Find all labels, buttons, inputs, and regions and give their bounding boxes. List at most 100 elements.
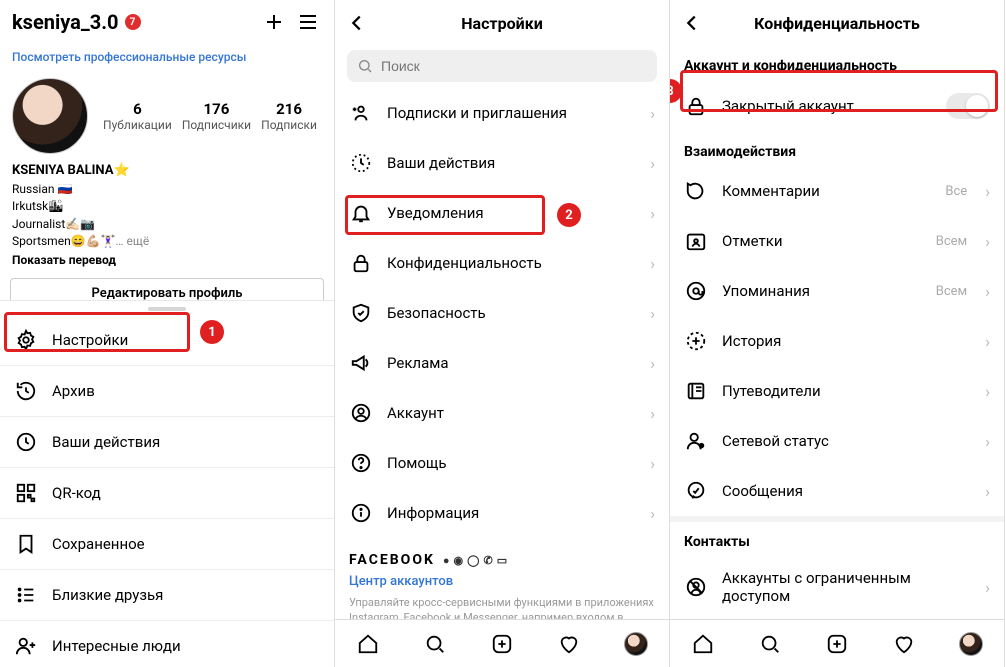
contacts-restricted[interactable]: Аккаунты с ограниченным доступом ›: [670, 556, 1004, 618]
back-button[interactable]: [680, 11, 704, 35]
chevron-right-icon: ›: [650, 354, 655, 373]
bottom-nav: [670, 619, 1004, 667]
menu-qr[interactable]: QR-код: [0, 468, 334, 518]
pane-profile: kseniya_3.0 7 Посмотреть профессиональны…: [0, 0, 335, 667]
settings-security[interactable]: Безопасность ›: [335, 288, 669, 338]
chevron-right-icon: ›: [985, 432, 990, 451]
privacy-messages[interactable]: Сообщения ›: [670, 466, 1004, 516]
settings-follow[interactable]: Подписки и приглашения ›: [335, 88, 669, 138]
chevron-right-icon: ›: [985, 282, 990, 301]
menu-label: Интересные люди: [52, 637, 320, 655]
row-value: Все: [945, 184, 967, 199]
menu-label: Сохраненное: [52, 535, 320, 553]
row-label: Закрытый аккаунт: [722, 97, 932, 115]
nav-search[interactable]: [423, 632, 447, 656]
pro-resources-link[interactable]: Посмотреть профессиональные ресурсы: [0, 44, 334, 70]
settings-privacy[interactable]: Конфиденциальность ›: [335, 238, 669, 288]
search-icon: [357, 58, 373, 74]
privacy-header: Конфиденциальность: [670, 0, 1004, 46]
pane-settings: Настройки Подписки и приглашения › Ваши …: [335, 0, 670, 667]
privacy-story[interactable]: История ›: [670, 316, 1004, 366]
menu-saved[interactable]: Сохраненное: [0, 519, 334, 569]
menu-button[interactable]: [294, 8, 322, 36]
story-icon: [684, 329, 708, 353]
nav-profile[interactable]: [959, 632, 983, 656]
row-label: Информация: [387, 504, 636, 522]
settings-notifications[interactable]: Уведомления ›: [335, 188, 669, 238]
settings-account[interactable]: Аккаунт ›: [335, 388, 669, 438]
gear-icon: [14, 328, 38, 352]
nav-home[interactable]: [356, 632, 380, 656]
chevron-right-icon: ›: [650, 154, 655, 173]
menu-discover[interactable]: Интересные люди: [0, 621, 334, 667]
menu-settings[interactable]: Настройки: [0, 315, 334, 365]
translate-link[interactable]: Показать перевод: [12, 252, 322, 269]
privacy-tags[interactable]: Отметки Всем ›: [670, 216, 1004, 266]
nav-activity[interactable]: [892, 632, 916, 656]
chevron-right-icon: ›: [650, 404, 655, 423]
menu-label: QR-код: [52, 484, 320, 502]
add-person-icon: [349, 101, 373, 125]
settings-about[interactable]: Информация ›: [335, 488, 669, 538]
privacy-status[interactable]: Сетевой статус ›: [670, 416, 1004, 466]
username[interactable]: kseniya_3.0: [12, 10, 119, 34]
guide-icon: [684, 379, 708, 403]
pane-privacy: Конфиденциальность Аккаунт и конфиденциа…: [670, 0, 1005, 667]
info-icon: [349, 501, 373, 525]
privacy-mentions[interactable]: Упоминания Всем ›: [670, 266, 1004, 316]
privacy-guides[interactable]: Путеводители ›: [670, 366, 1004, 416]
nav-profile[interactable]: [624, 632, 648, 656]
privacy-comments[interactable]: Комментарии Все ›: [670, 166, 1004, 216]
megaphone-icon: [349, 351, 373, 375]
settings-help[interactable]: Помощь ›: [335, 438, 669, 488]
nav-search[interactable]: [758, 632, 782, 656]
status-icon: [684, 429, 708, 453]
stat-posts[interactable]: 6 Публикации: [103, 100, 172, 132]
privacy-sec1: Аккаунт и конфиденциальность: [670, 46, 1004, 80]
avatar[interactable]: [12, 78, 88, 154]
help-icon: [349, 451, 373, 475]
create-button[interactable]: [260, 8, 288, 36]
bio-more[interactable]: … ещё: [116, 234, 150, 248]
notifications-badge[interactable]: 7: [125, 14, 141, 30]
chevron-right-icon: ›: [650, 254, 655, 273]
nav-create[interactable]: [825, 632, 849, 656]
private-account-row[interactable]: Закрытый аккаунт: [670, 80, 1004, 132]
row-value: Всем: [936, 284, 967, 299]
archive-icon: [14, 379, 38, 403]
search-input[interactable]: [381, 58, 647, 74]
chevron-right-icon: ›: [985, 482, 990, 501]
shield-icon: [349, 301, 373, 325]
profile-menu-sheet: Настройки Архив Ваши действия QR-код: [0, 300, 334, 667]
nav-activity[interactable]: [557, 632, 581, 656]
privacy-title: Конфиденциальность: [754, 14, 920, 33]
settings-header: Настройки: [335, 0, 669, 46]
accounts-center-link[interactable]: Центр аккаунтов: [335, 570, 669, 595]
settings-activity[interactable]: Ваши действия ›: [335, 138, 669, 188]
at-icon: [684, 279, 708, 303]
menu-label: Ваши действия: [52, 433, 320, 451]
activity-icon: [14, 430, 38, 454]
chevron-right-icon: ›: [985, 382, 990, 401]
row-label: Упоминания: [722, 282, 922, 300]
menu-label: Архив: [52, 382, 320, 400]
menu-close-friends[interactable]: Близкие друзья: [0, 570, 334, 620]
menu-archive[interactable]: Архив: [0, 366, 334, 416]
row-label: Путеводители: [722, 382, 971, 400]
row-label: Уведомления: [387, 204, 636, 222]
private-toggle[interactable]: [946, 93, 990, 119]
back-button[interactable]: [345, 11, 369, 35]
search-field[interactable]: [347, 50, 657, 82]
menu-activity[interactable]: Ваши действия: [0, 417, 334, 467]
nav-create[interactable]: [490, 632, 514, 656]
comment-icon: [684, 179, 708, 203]
settings-title: Настройки: [461, 14, 543, 33]
menu-label: Близкие друзья: [52, 586, 320, 604]
stat-followers[interactable]: 176 Подписчики: [182, 100, 251, 132]
stat-following[interactable]: 216 Подписки: [261, 100, 317, 132]
settings-ads[interactable]: Реклама ›: [335, 338, 669, 388]
row-value: Всем: [936, 234, 967, 249]
sheet-handle[interactable]: [148, 307, 186, 311]
nav-home[interactable]: [691, 632, 715, 656]
profile-stats: 6 Публикации 176 Подписчики 216 Подписки: [0, 70, 334, 158]
